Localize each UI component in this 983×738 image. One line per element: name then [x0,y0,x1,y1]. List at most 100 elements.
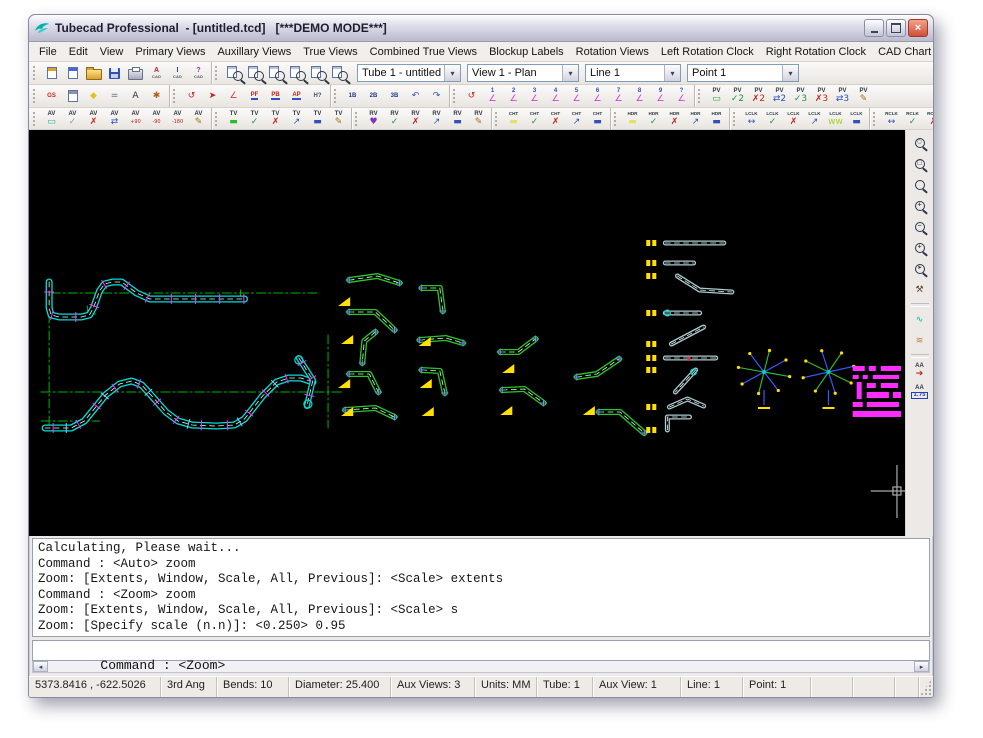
av-rotate-plus90-icon[interactable]: AV +90 [125,109,146,128]
scroll-right-button[interactable]: ▸ [914,661,929,672]
rotation-9-icon[interactable]: 9 ∠ [650,87,671,106]
pb-icon[interactable]: PB [265,87,286,106]
pv-accept-3-icon[interactable]: PV ✓3 [790,87,811,106]
lclk-accept-icon[interactable]: LCLK ✓ [762,109,783,128]
zoom-page-6-icon[interactable] [328,64,349,83]
toolbar-grip[interactable] [733,111,738,126]
menu-item-primary-views[interactable]: Primary Views [129,46,211,58]
maximize-button[interactable] [886,19,906,37]
lclk-bar-icon[interactable]: LCLK ▬ [846,109,867,128]
toolbar-grip[interactable] [33,66,38,80]
hdr-bar-icon[interactable]: HDR ▬ [706,109,727,128]
rotation-3-icon[interactable]: 3 ∠ [524,87,545,106]
rv-bar-icon[interactable]: RV ▬ [447,109,468,128]
toolbar-grip[interactable] [173,89,178,103]
zoom-page-4-icon[interactable] [286,64,307,83]
tv-delete-icon[interactable]: TV ✗ [265,109,286,128]
undo-icon[interactable]: ↶ [405,87,426,106]
menu-item-cad-chart[interactable]: CAD Chart [872,46,933,58]
bend-display-icon[interactable]: ∿ [909,310,931,330]
rotation-5-icon[interactable]: 5 ∠ [566,87,587,106]
menu-item-combined-true-views[interactable]: Combined True Views [364,46,483,58]
hdr-new-icon[interactable]: HDR ▬ [622,109,643,128]
av-rotate-minus180-icon[interactable]: AV -180 [167,109,188,128]
menu-item-edit[interactable]: Edit [63,46,94,58]
header-query-icon[interactable]: H? [307,87,328,106]
zoom-window-icon[interactable]: □ [909,154,931,174]
redo-icon[interactable]: ↷ [426,87,447,106]
rclk-accept-icon[interactable]: RCLK ✓ [902,109,923,128]
solid-view-icon[interactable]: ◆ [83,87,104,106]
av-delete-icon[interactable]: AV ✗ [83,109,104,128]
toolbar-grip[interactable] [453,89,458,103]
regen-hammer-icon[interactable]: ⚒ [909,280,931,300]
cht-bar-icon[interactable]: CHT ▬ [587,109,608,128]
tv-move-icon[interactable]: TV ↗ [286,109,307,128]
toolbar-grip[interactable] [614,111,619,126]
toolbar-grip[interactable] [334,89,339,103]
toolbar-grip[interactable] [873,111,878,126]
toolbar-grip[interactable] [33,111,38,126]
av-accept-icon[interactable]: AV ✓ [62,109,83,128]
hdr-move-icon[interactable]: HDR ↗ [685,109,706,128]
open-file-icon[interactable] [83,64,104,83]
pv-swap-3-icon[interactable]: PV ⇄3 [832,87,853,106]
rv-move-icon[interactable]: RV ↗ [426,109,447,128]
dropdown-arrow-icon[interactable]: ▾ [782,65,798,81]
menu-item-file[interactable]: File [33,46,63,58]
block-2b-icon[interactable]: 2B [363,87,384,106]
lclk-delete-icon[interactable]: LCLK ✗ [783,109,804,128]
block-1b-icon[interactable]: 1B [342,87,363,106]
dropdown-arrow-icon[interactable]: ▾ [444,65,460,81]
auto-dimension-icon[interactable]: AA ➔ [909,361,931,381]
view-selector[interactable]: View 1 - Plan ▾ [467,64,579,82]
scroll-left-button[interactable]: ◂ [33,661,48,672]
zoom-extents-icon[interactable]: ○ [909,133,931,153]
zoom-dynamic-icon[interactable] [909,175,931,195]
tool-settings-icon[interactable]: ✱ [146,87,167,106]
tv-new-icon[interactable]: TV ▬ [223,109,244,128]
zoom-in-icon[interactable]: + [909,238,931,258]
cht-move-icon[interactable]: CHT ↗ [566,109,587,128]
cht-accept-icon[interactable]: CHT ✓ [524,109,545,128]
cad-export-a-icon[interactable]: A CAD [146,64,167,83]
pv-accept-2-icon[interactable]: PV ✓2 [727,87,748,106]
tv-accept-icon[interactable]: TV ✓ [244,109,265,128]
toolbar-grip[interactable] [215,111,220,126]
rv-accept-icon[interactable]: RV ✓ [384,109,405,128]
pv-delete-2-icon[interactable]: PV ✗2 [748,87,769,106]
rv-edit-icon[interactable]: RV ✎ [468,109,489,128]
menu-item-blockup-labels[interactable]: Blockup Labels [483,46,570,58]
lclk-shift-icon[interactable]: LCLK ↔ [741,109,762,128]
cad-export-i-icon[interactable]: I CAD [167,64,188,83]
pv-new-icon[interactable]: PV ▭ [706,87,727,106]
zoom-page-2-icon[interactable] [244,64,265,83]
pf-icon[interactable]: PF [244,87,265,106]
console-output[interactable]: Calculating, Please wait... Command : <Au… [32,538,930,637]
pv-swap-2-icon[interactable]: PV ⇄2 [769,87,790,106]
zoom-previous-icon[interactable]: ➤ [909,259,931,279]
menu-item-rotation-views[interactable]: Rotation Views [570,46,655,58]
rotation-query-icon[interactable]: ? ∠ [671,87,692,106]
rv-new-icon[interactable]: RV ♥ [363,109,384,128]
point-selector[interactable]: Point 1 ▾ [687,64,799,82]
rotation-1-icon[interactable]: 1 ∠ [482,87,503,106]
line-display-icon[interactable]: ≋ [909,331,931,351]
block-3b-icon[interactable]: 3B [384,87,405,106]
gs-settings-icon[interactable]: GS [41,87,62,106]
pv-edit-icon[interactable]: PV ✎ [853,87,874,106]
rv-delete-icon[interactable]: RV ✗ [405,109,426,128]
tv-bar-icon[interactable]: TV ▬ [307,109,328,128]
ap-icon[interactable]: AP [286,87,307,106]
cht-new-icon[interactable]: CHT ▬ [503,109,524,128]
resize-grip[interactable] [919,677,933,697]
menu-item-right-rotation-clock[interactable]: Right Rotation Clock [760,46,872,58]
rotation-8-icon[interactable]: 8 ∠ [629,87,650,106]
dropdown-arrow-icon[interactable]: ▾ [664,65,680,81]
menu-item-true-views[interactable]: True Views [297,46,363,58]
hdr-accept-icon[interactable]: HDR ✓ [643,109,664,128]
menu-item-view[interactable]: View [94,46,130,58]
new-drawing-icon[interactable] [62,64,83,83]
pv-delete-3-icon[interactable]: PV ✗3 [811,87,832,106]
toolbar-grip[interactable] [215,66,220,80]
